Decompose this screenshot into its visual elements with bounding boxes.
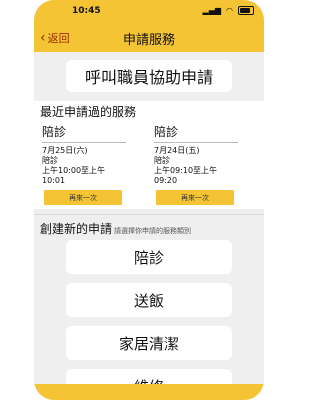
category-button-meal-delivery[interactable]: 送飯 [66, 283, 232, 317]
call-staff-button[interactable]: 呼叫職員協助申請 [66, 60, 232, 92]
again-button[interactable]: 再來一次 [156, 190, 234, 205]
back-button[interactable]: ‹ 返回 [40, 30, 70, 46]
card-type: 陪診 [42, 156, 58, 165]
recent-services-title: 最近申請過的服務 [40, 105, 137, 119]
recent-service-card: 陪診 7月25日(六) 陪診 上午10:00至上午 10:01 再來一次 [42, 123, 126, 205]
signal-icon: ▂▄▆ [202, 6, 222, 15]
category-button-escort[interactable]: 陪診 [66, 240, 232, 274]
card-time-start: 上午10:00至上午 [42, 166, 106, 175]
status-icons: ▂▄▆ ◠ [203, 6, 254, 15]
card-date: 7月25日(六) [42, 146, 88, 155]
card-time-end: 09:20 [154, 176, 178, 185]
status-time: 10:45 [72, 6, 101, 16]
recent-service-card: 陪診 7月24日(五) 陪診 上午09:10至上午 09:20 再來一次 [154, 123, 238, 205]
card-time-end: 10:01 [42, 176, 66, 185]
category-button-home-cleaning[interactable]: 家居清潔 [66, 326, 232, 360]
card-service-name: 陪診 [42, 123, 126, 143]
recent-services-section: 最近申請過的服務 陪診 7月25日(六) 陪診 上午10:00至上午 10:01… [34, 101, 264, 209]
back-label: 返回 [47, 32, 70, 45]
card-service-name: 陪診 [154, 123, 238, 143]
card-time-start: 上午09:10至上午 [154, 166, 218, 175]
card-type: 陪診 [154, 156, 170, 165]
again-button[interactable]: 再來一次 [44, 190, 122, 205]
card-date: 7月24日(五) [154, 146, 200, 155]
battery-icon [238, 6, 254, 15]
app-frame: 10:45 ▂▄▆ ◠ 申請服務 ‹ 返回 呼叫職員協助申請 最近申請過的服務 … [34, 0, 264, 400]
wifi-icon: ◠ [226, 6, 233, 15]
header-bar: 10:45 ▂▄▆ ◠ 申請服務 ‹ 返回 [34, 0, 264, 52]
create-request-title: 創建新的申請 [40, 222, 113, 236]
divider [34, 214, 264, 215]
create-request-subtitle: 請選擇你申請的服務類別 [114, 227, 192, 235]
create-request-heading: 創建新的申請 請選擇你申請的服務類別 [40, 220, 191, 237]
bottom-bar [34, 384, 264, 400]
screen: 10:45 ▂▄▆ ◠ 申請服務 ‹ 返回 呼叫職員協助申請 最近申請過的服務 … [0, 0, 300, 400]
chevron-left-icon: ‹ [40, 30, 46, 46]
